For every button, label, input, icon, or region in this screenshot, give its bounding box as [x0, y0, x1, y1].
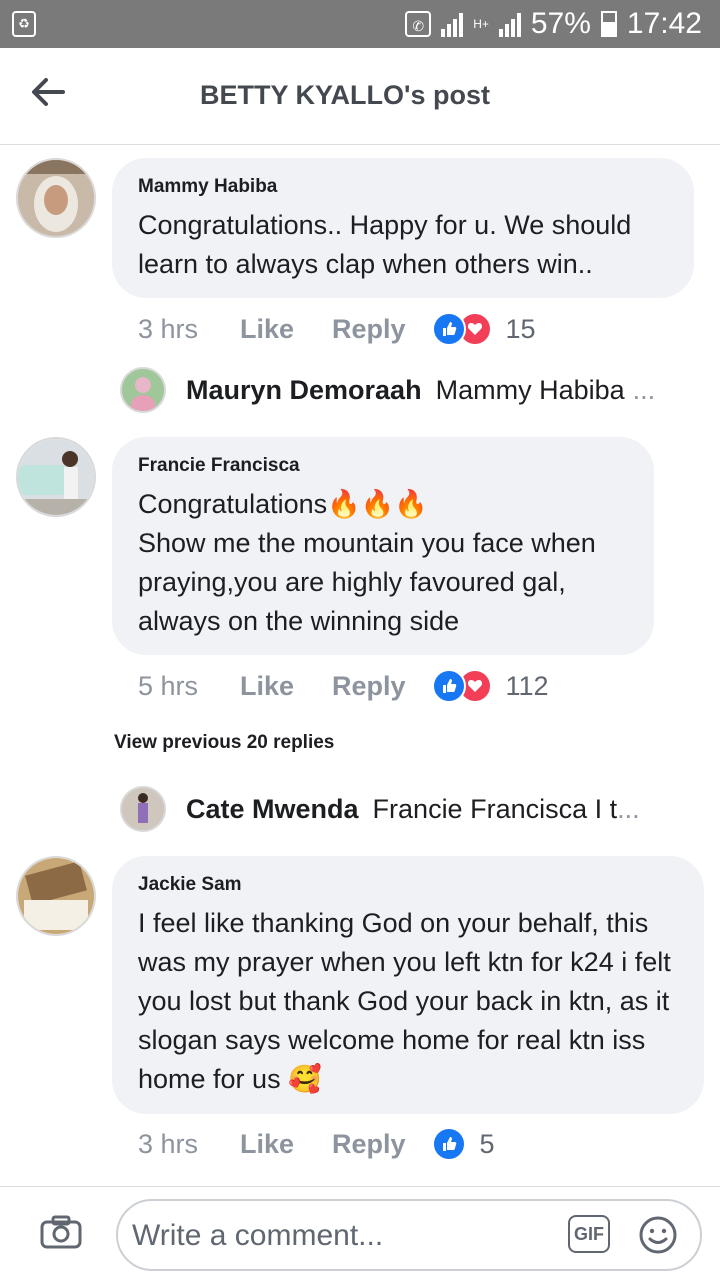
fire-emoji: 🔥🔥🔥 [327, 489, 428, 519]
thumbs-up-icon [431, 669, 466, 703]
reply-preview[interactable]: Cate Mwenda Francie Francisca I t ... [120, 786, 640, 832]
comment-author[interactable]: Jackie Sam [138, 874, 678, 896]
comment-author[interactable]: Francie Francisca [138, 455, 628, 477]
comment-bubble: Jackie Sam I feel like thanking God on y… [112, 856, 704, 1114]
network-type: H+ [473, 17, 489, 31]
comment-actions: 3 hrs Like Reply 5 [138, 1127, 495, 1161]
thumbs-up-icon [431, 312, 466, 346]
reply-button[interactable]: Reply [332, 671, 406, 702]
reply-text: Francie Francisca I t [372, 793, 618, 824]
comment-time: 3 hrs [138, 313, 199, 344]
status-bar: ♻ ✆ H+ 57% 17:42 [0, 0, 720, 48]
avatar[interactable] [16, 158, 96, 238]
signal-icon [441, 11, 464, 37]
avatar [120, 786, 166, 832]
avatar-image [18, 858, 94, 934]
signal-icon [498, 11, 521, 37]
reaction-count: 15 [505, 313, 536, 344]
comment-time: 5 hrs [138, 670, 199, 701]
reply-preview[interactable]: Mauryn Demoraah Mammy Habiba ... [120, 367, 655, 413]
like-button[interactable]: Like [240, 314, 332, 345]
view-previous-replies-link[interactable]: View previous 20 replies [114, 732, 334, 754]
comment-text: Congratulations.. Happy for u. We should… [138, 210, 632, 279]
page-title: BETTY KYALLO's post [200, 80, 490, 110]
arrow-left-icon[interactable] [30, 76, 66, 108]
comment-bubble: Mammy Habiba Congratulations.. Happy for… [112, 158, 694, 298]
recycle-icon: ♻ [12, 11, 36, 37]
post-header: BETTY KYALLO's post [0, 48, 720, 145]
avatar[interactable] [16, 856, 96, 936]
comment-text: Congratulations🔥🔥🔥 Show me the mountain y… [138, 485, 628, 641]
gif-button[interactable]: GIF [568, 1215, 610, 1253]
comment-text-body: I feel like thanking God on your behalf,… [138, 908, 671, 1094]
reply-author: Cate Mwenda [186, 793, 359, 824]
comment-actions: 5 hrs Like Reply 112 [138, 669, 549, 703]
reply-ellipsis: ... [617, 793, 640, 824]
battery-percent: 57% [530, 7, 591, 40]
avatar[interactable] [16, 437, 96, 517]
comment-actions: 3 hrs Like Reply 15 [138, 312, 536, 346]
reply-button[interactable]: Reply [332, 1129, 406, 1160]
reply-button[interactable]: Reply [332, 314, 406, 345]
reaction-summary[interactable]: 112 [431, 669, 549, 703]
avatar [120, 367, 166, 413]
like-button[interactable]: Like [240, 1129, 332, 1160]
smiling-face-hearts-emoji: 🥰 [288, 1064, 322, 1094]
camera-icon[interactable] [40, 1215, 82, 1249]
reaction-count: 5 [479, 1128, 495, 1159]
reaction-summary[interactable]: 5 [431, 1127, 495, 1161]
smiley-icon[interactable] [638, 1215, 678, 1255]
reply-author: Mauryn Demoraah [186, 374, 422, 405]
comment-composer: GIF [0, 1186, 720, 1281]
comment-input[interactable] [130, 1209, 554, 1263]
comment-bubble: Francie Francisca Congratulations🔥🔥🔥 Show… [112, 437, 654, 655]
battery-icon [600, 11, 617, 37]
comment-input-container[interactable]: GIF [116, 1199, 702, 1271]
comment-text-first: Congratulations [138, 489, 328, 519]
avatar-image [18, 160, 94, 236]
reply-ellipsis: ... [632, 374, 656, 405]
comment-text-rest: Show me the mountain you face when prayi… [138, 528, 596, 636]
thumbs-up-icon [431, 1127, 466, 1161]
comment-text: I feel like thanking God on your behalf,… [138, 904, 678, 1099]
reaction-count: 112 [505, 670, 549, 701]
comment-time: 3 hrs [138, 1128, 199, 1159]
phone-icon: ✆ [405, 11, 432, 37]
comment-author[interactable]: Mammy Habiba [138, 176, 668, 198]
like-button[interactable]: Like [240, 671, 332, 702]
avatar-image [18, 439, 94, 515]
reply-text: Mammy Habiba [435, 374, 625, 405]
clock: 17:42 [626, 7, 702, 40]
reaction-summary[interactable]: 15 [431, 312, 536, 346]
